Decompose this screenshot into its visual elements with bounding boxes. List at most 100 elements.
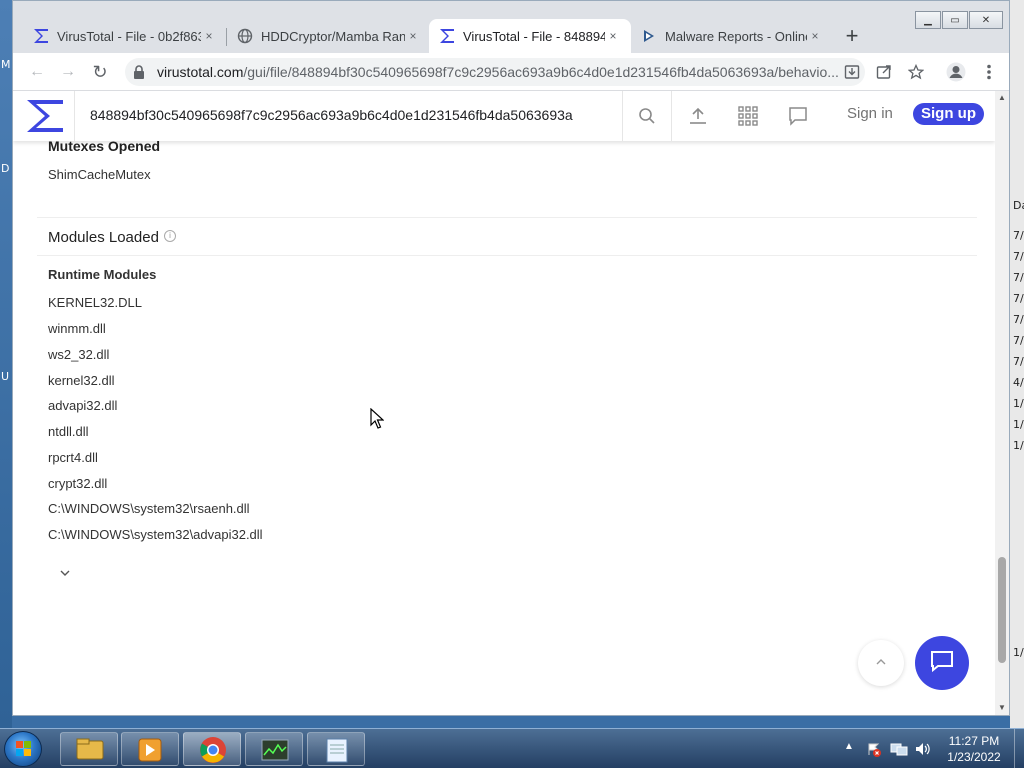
- runtime-module-item: KERNEL32.DLL: [48, 295, 142, 310]
- profile-icon[interactable]: [944, 60, 968, 84]
- tab-title: HDDCryptor/Mamba Ransomware: [261, 28, 405, 44]
- taskbar-notepad[interactable]: [307, 732, 365, 766]
- task-manager-icon: [246, 739, 304, 768]
- tab-virustotal-0b2f863[interactable]: VirusTotal - File - 0b2f863 ×: [23, 19, 227, 53]
- close-icon[interactable]: ×: [605, 28, 621, 44]
- address-bar[interactable]: virustotal.com/gui/file/848894bf30c54096…: [125, 58, 865, 86]
- runtime-module-item: kernel32.dll: [48, 373, 115, 388]
- background-window-text: 7/: [1013, 229, 1024, 242]
- network-icon[interactable]: [890, 741, 908, 762]
- browser-window: VirusTotal - File - 0b2f863 × HDDCryptor…: [12, 0, 1010, 716]
- runtime-module-item: crypt32.dll: [48, 476, 108, 491]
- taskbar-task-manager[interactable]: [245, 732, 303, 766]
- tab-hddcryptor[interactable]: HDDCryptor/Mamba Ransomware ×: [227, 19, 431, 53]
- close-icon[interactable]: ×: [405, 28, 421, 44]
- tab-strip: VirusTotal - File - 0b2f863 × HDDCryptor…: [13, 1, 1009, 53]
- tab-virustotal-848894b[interactable]: VirusTotal - File - 848894b ×: [429, 19, 631, 53]
- runtime-module-item: rpcrt4.dll: [48, 450, 98, 465]
- modules-loaded-heading: Modules Loaded: [48, 229, 159, 246]
- bookmark-star-icon[interactable]: [904, 60, 928, 84]
- back-button[interactable]: ←: [25, 60, 49, 84]
- browser-toolbar: ← → ↻ virustotal.com/gui/file/848894bf30…: [13, 53, 1009, 91]
- section-divider: [37, 255, 977, 256]
- chat-button[interactable]: [915, 636, 969, 690]
- runtime-module-item: winmm.dll: [48, 321, 106, 336]
- maximize-button[interactable]: ▭: [942, 11, 968, 29]
- mouse-cursor-icon: [370, 407, 385, 435]
- runtime-modules-heading: Runtime Modules: [48, 267, 157, 282]
- virustotal-icon: [33, 28, 49, 44]
- action-center-icon[interactable]: [866, 741, 882, 762]
- volume-icon[interactable]: [914, 741, 932, 762]
- taskbar-explorer[interactable]: [60, 732, 118, 766]
- chat-icon[interactable]: [786, 104, 810, 128]
- virustotal-logo[interactable]: [25, 98, 65, 139]
- menu-icon[interactable]: [977, 60, 1001, 84]
- windows-logo-icon: [5, 741, 43, 768]
- sign-up-button[interactable]: Sign up: [913, 103, 984, 125]
- header-divider: [74, 91, 75, 141]
- minimize-button[interactable]: ▁: [915, 11, 941, 29]
- chrome-icon: [184, 737, 242, 768]
- section-divider: [37, 217, 977, 218]
- tab-title: VirusTotal - File - 0b2f863: [57, 28, 201, 44]
- header-divider: [622, 91, 623, 141]
- close-window-button[interactable]: ✕: [969, 11, 1003, 29]
- runtime-module-item: ntdll.dll: [48, 424, 89, 439]
- chat-bubble-icon: [929, 649, 955, 678]
- background-window-text: 7/: [1013, 334, 1024, 347]
- upload-icon[interactable]: [686, 104, 710, 128]
- install-icon[interactable]: [840, 60, 864, 84]
- apps-grid-icon[interactable]: [736, 104, 760, 128]
- globe-icon: [237, 28, 253, 44]
- tab-title: Malware Reports - Online: [665, 28, 807, 44]
- background-window-edge: Da 7/ 7/ 7/ 7/ 7/ 7/ 7/ 4/ 1/ 1/ 1/ 1/2: [1010, 0, 1024, 728]
- tab-title: VirusTotal - File - 848894b: [463, 28, 605, 44]
- desktop-left-edge: M D U: [0, 0, 12, 728]
- new-tab-button[interactable]: +: [839, 25, 865, 49]
- show-desktop-button[interactable]: [1014, 729, 1024, 768]
- taskbar-chrome[interactable]: [183, 732, 241, 766]
- taskbar-media-player[interactable]: [121, 732, 179, 766]
- anyrun-icon: [641, 28, 657, 44]
- background-window-text: Da: [1013, 199, 1024, 212]
- taskbar: ▲ 11:27 PM 1/23/2022: [0, 728, 1024, 768]
- clock-time[interactable]: 11:27 PM: [940, 734, 1008, 748]
- runtime-module-item: advapi32.dll: [48, 398, 118, 413]
- start-button[interactable]: [4, 731, 42, 767]
- url-path: /gui/file/848894bf30c540965698f7c9c2956a…: [243, 64, 839, 80]
- scroll-to-top-button[interactable]: [858, 640, 904, 686]
- forward-button[interactable]: →: [56, 60, 80, 84]
- background-window-text: 1/: [1013, 439, 1024, 452]
- share-icon[interactable]: [872, 60, 896, 84]
- background-window-text: 7/: [1013, 292, 1024, 305]
- runtime-module-item: C:\WINDOWS\system32\rsaenh.dll: [48, 501, 250, 516]
- chevron-down-icon[interactable]: [59, 565, 71, 576]
- background-window-text: 7/: [1013, 313, 1024, 326]
- background-window-text: 4/: [1013, 376, 1024, 389]
- scroll-down-arrow[interactable]: ▼: [998, 703, 1006, 712]
- explorer-icon: [61, 738, 119, 768]
- background-window-text: 7/: [1013, 355, 1024, 368]
- close-icon[interactable]: ×: [807, 28, 823, 44]
- close-icon[interactable]: ×: [201, 28, 217, 44]
- scrollbar-thumb[interactable]: [998, 557, 1006, 663]
- tab-malware-reports[interactable]: Malware Reports - Online ×: [631, 19, 833, 53]
- chevron-up-icon: [875, 654, 887, 672]
- desktop-icon-label: D: [1, 162, 10, 175]
- reload-button[interactable]: ↻: [88, 60, 112, 84]
- tray-expand-icon[interactable]: ▲: [844, 741, 854, 752]
- clock-date[interactable]: 1/23/2022: [940, 750, 1008, 764]
- search-input[interactable]: 848894bf30c540965698f7c9c2956ac693a9b6c4…: [90, 107, 573, 123]
- sign-in-link[interactable]: Sign in: [847, 105, 893, 122]
- scroll-up-arrow[interactable]: ▲: [998, 93, 1006, 102]
- mutex-item: ShimCacheMutex: [48, 167, 151, 182]
- background-window-text: 1/: [1013, 397, 1024, 410]
- virustotal-icon: [439, 28, 455, 44]
- search-icon[interactable]: [635, 104, 659, 128]
- runtime-module-item: ws2_32.dll: [48, 347, 110, 362]
- background-window-text: 7/: [1013, 250, 1024, 263]
- vertical-scrollbar[interactable]: ▲ ▼: [995, 91, 1009, 715]
- info-icon[interactable]: i: [164, 230, 176, 242]
- url-text[interactable]: virustotal.com/gui/file/848894bf30c54096…: [157, 64, 847, 80]
